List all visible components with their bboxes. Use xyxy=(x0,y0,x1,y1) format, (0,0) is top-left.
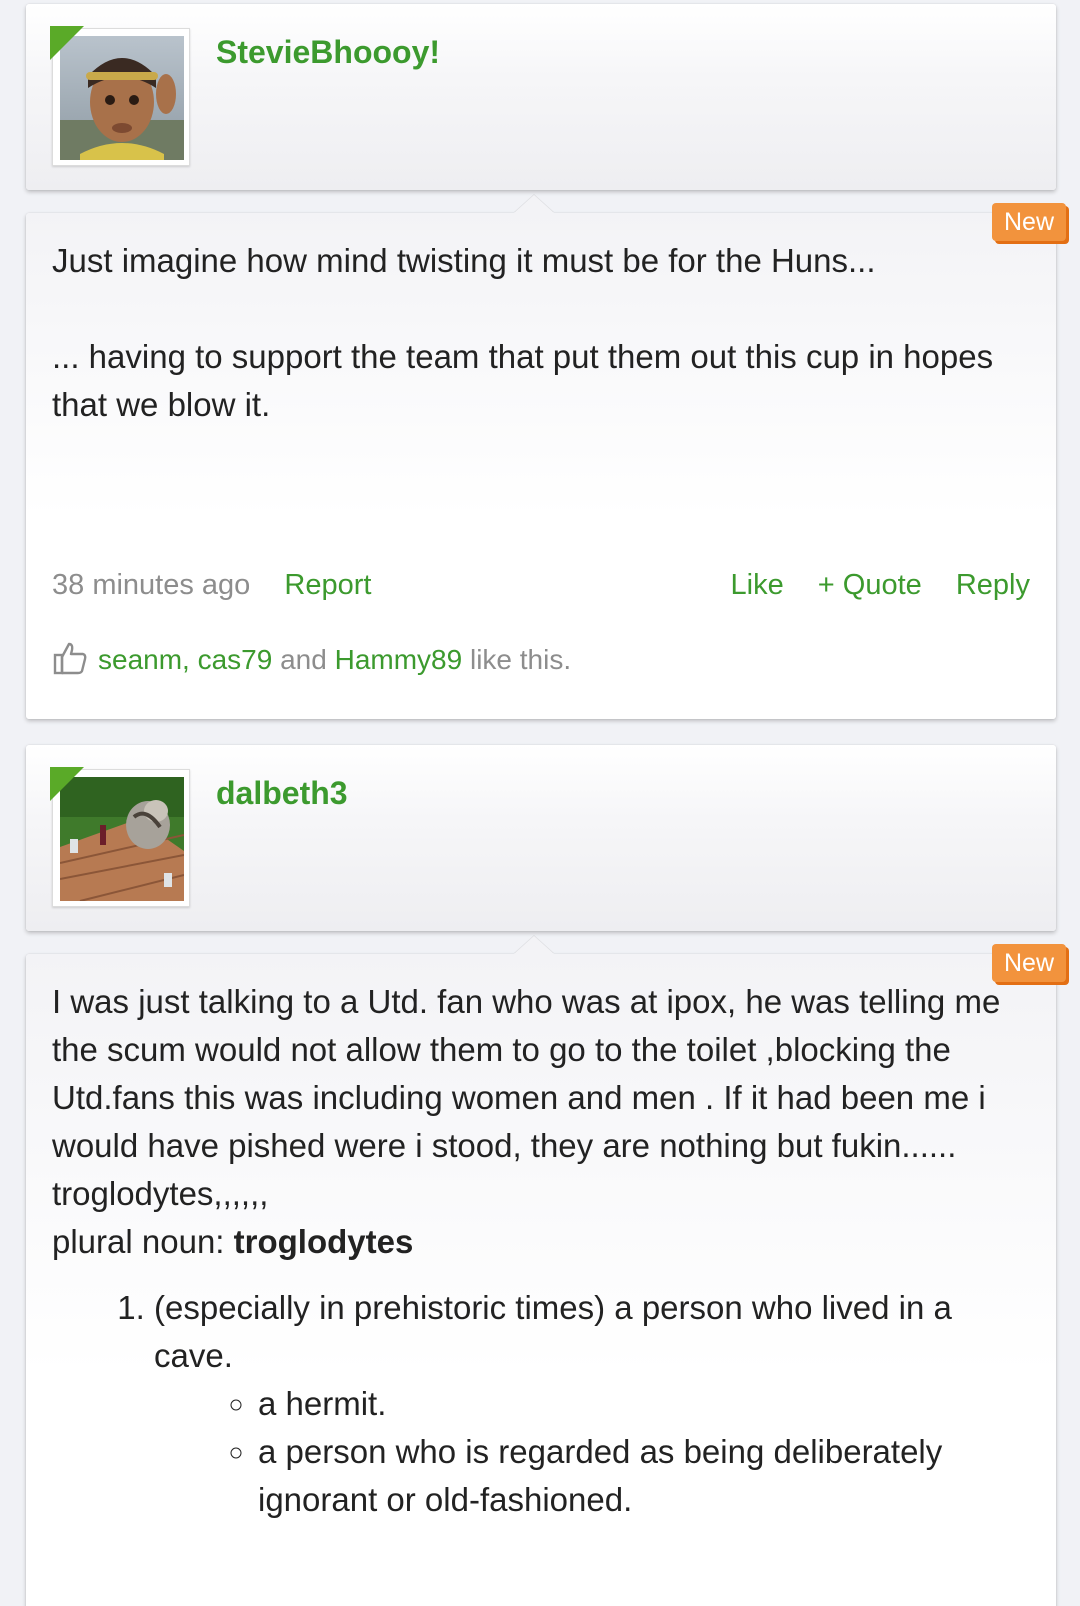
plural-word: troglodytes xyxy=(233,1223,414,1260)
post-actions: Like + Quote Reply xyxy=(705,565,1030,605)
post-username[interactable]: StevieBhoooy! xyxy=(216,34,440,71)
liker-link[interactable]: Hammy89 xyxy=(335,644,463,675)
liker-link[interactable]: seanm xyxy=(98,644,182,675)
speech-pointer xyxy=(514,195,554,213)
post-paragraph: I was just talking to a Utd. fan who was… xyxy=(52,983,1001,1212)
new-badge: New xyxy=(991,203,1066,241)
liker-separator: , xyxy=(182,644,190,675)
post-paragraph: Just imagine how mind twisting it must b… xyxy=(52,242,876,279)
post-message: I was just talking to a Utd. fan who was… xyxy=(52,978,1030,1524)
post-timestamp[interactable]: 38 minutes ago xyxy=(52,569,250,601)
like-link[interactable]: Like xyxy=(731,569,784,601)
post-meta-row: 38 minutes ago Report Like + Quote Reply xyxy=(52,565,1030,605)
post-meta-left: 38 minutes ago Report xyxy=(52,569,397,601)
post-author-card: dalbeth3 xyxy=(26,745,1056,931)
thread-page: StevieBhoooy! New Just imagine how mind … xyxy=(0,0,1080,1606)
likes-suffix: like this. xyxy=(469,644,572,675)
definition-item: (especially in prehistoric times) a pers… xyxy=(154,1284,1030,1524)
avatar[interactable] xyxy=(50,767,190,907)
sub-definition-item: a person who is regarded as being delibe… xyxy=(258,1428,1030,1524)
post-author-card: StevieBhoooy! xyxy=(26,4,1056,190)
post-paragraph: ... having to support the team that put … xyxy=(52,338,994,423)
report-link[interactable]: Report xyxy=(284,569,371,601)
post-message: Just imagine how mind twisting it must b… xyxy=(52,237,1030,429)
online-corner-icon xyxy=(50,767,84,801)
speech-pointer xyxy=(514,936,554,954)
reply-link[interactable]: Reply xyxy=(956,569,1030,601)
quote-link[interactable]: + Quote xyxy=(818,569,922,601)
likes-and-text: and xyxy=(280,644,327,675)
post-card: New I was just talking to a Utd. fan who… xyxy=(26,936,1066,1606)
definition-list: (especially in prehistoric times) a pers… xyxy=(52,1284,1030,1524)
likes-summary: seanm, cas79 and Hammy89 like this. xyxy=(52,640,1030,680)
thumbs-up-icon xyxy=(52,640,88,676)
plural-noun-line: plural noun: troglodytes xyxy=(52,1218,1030,1266)
new-badge: New xyxy=(991,944,1066,982)
avatar[interactable] xyxy=(50,26,190,166)
sub-definition-list: a hermit. a person who is regarded as be… xyxy=(154,1380,1030,1524)
sub-definition-item: a hermit. xyxy=(258,1380,1030,1428)
online-corner-icon xyxy=(50,26,84,60)
definition-text: (especially in prehistoric times) a pers… xyxy=(154,1289,952,1374)
liker-link[interactable]: cas79 xyxy=(198,644,273,675)
plural-label: plural noun: xyxy=(52,1223,225,1260)
post-username[interactable]: dalbeth3 xyxy=(216,775,348,812)
post-card: New Just imagine how mind twisting it mu… xyxy=(26,195,1066,719)
